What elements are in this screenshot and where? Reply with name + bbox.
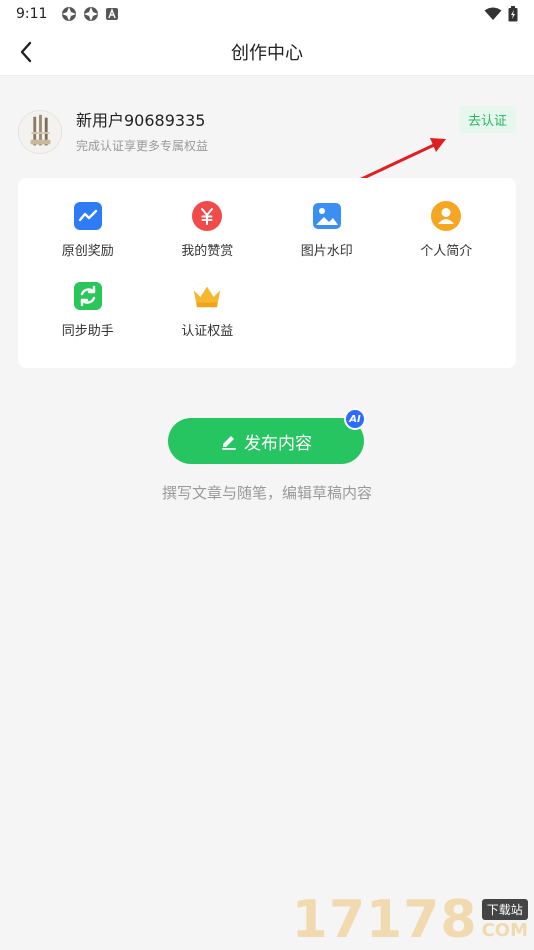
- page-title: 创作中心: [231, 42, 303, 64]
- watermark-tag: 下载站: [481, 899, 528, 920]
- trend-chart-icon: [72, 200, 104, 232]
- site-watermark: 17178 下载站 COM: [292, 892, 528, 948]
- avatar[interactable]: [18, 110, 62, 154]
- image-icon: [311, 200, 343, 232]
- edit-pen-icon: [222, 436, 236, 450]
- feature-original-reward[interactable]: 原创奖励: [28, 200, 148, 260]
- crown-icon: [191, 280, 223, 312]
- battery-icon: [508, 6, 518, 22]
- nav-bar: 创作中心: [0, 28, 534, 76]
- chevron-left-icon: [20, 41, 32, 63]
- status-system-icons: [484, 6, 518, 22]
- user-subtitle: 完成认证享更多专属权益: [76, 139, 209, 153]
- app-notification-icon: [84, 7, 99, 21]
- feature-sync-assistant[interactable]: 同步助手: [28, 280, 148, 340]
- feature-card: 原创奖励 我的赞赏 图片水印 个人简介 同步助手 认证权益: [18, 178, 516, 368]
- wifi-icon: [484, 7, 502, 20]
- publish-content-button[interactable]: 发布内容 AI: [168, 408, 366, 464]
- ai-badge: AI: [344, 408, 366, 430]
- app-notification-icon: [62, 7, 77, 21]
- feature-personal-intro[interactable]: 个人简介: [387, 200, 507, 260]
- user-name: 新用户90689335: [76, 111, 206, 130]
- back-button[interactable]: [8, 34, 44, 70]
- feature-label: 图片水印: [300, 244, 353, 259]
- feature-my-appreciation[interactable]: 我的赞赏: [148, 200, 268, 260]
- watermark-domain: COM: [481, 920, 528, 941]
- feature-label: 认证权益: [181, 324, 234, 339]
- feature-label: 原创奖励: [61, 244, 114, 259]
- sync-icon: [72, 280, 104, 312]
- status-bar: 9:11: [0, 0, 534, 28]
- font-notification-icon: [106, 8, 119, 20]
- feature-verification-benefits[interactable]: 认证权益: [148, 280, 268, 340]
- status-time: 9:11: [16, 6, 48, 22]
- avatar-image: [19, 111, 61, 153]
- feature-label: 我的赞赏: [181, 244, 234, 259]
- publish-hint: 撰写文章与随笔，编辑草稿内容: [161, 484, 372, 502]
- status-notification-icons: [61, 6, 119, 22]
- user-info: 新用户90689335 完成认证享更多专属权益: [76, 110, 208, 154]
- feature-grid: 原创奖励 我的赞赏 图片水印 个人简介 同步助手 认证权益: [28, 200, 506, 340]
- publish-label: 发布内容: [244, 433, 312, 454]
- feature-image-watermark[interactable]: 图片水印: [267, 200, 387, 260]
- watermark-number: 17178: [291, 890, 478, 950]
- user-icon: [430, 200, 462, 232]
- watermark-side: 下载站 COM: [482, 899, 528, 942]
- yuan-icon: [191, 200, 223, 232]
- feature-label: 同步助手: [61, 324, 114, 339]
- feature-label: 个人简介: [420, 244, 473, 259]
- verify-button[interactable]: 去认证: [458, 106, 516, 133]
